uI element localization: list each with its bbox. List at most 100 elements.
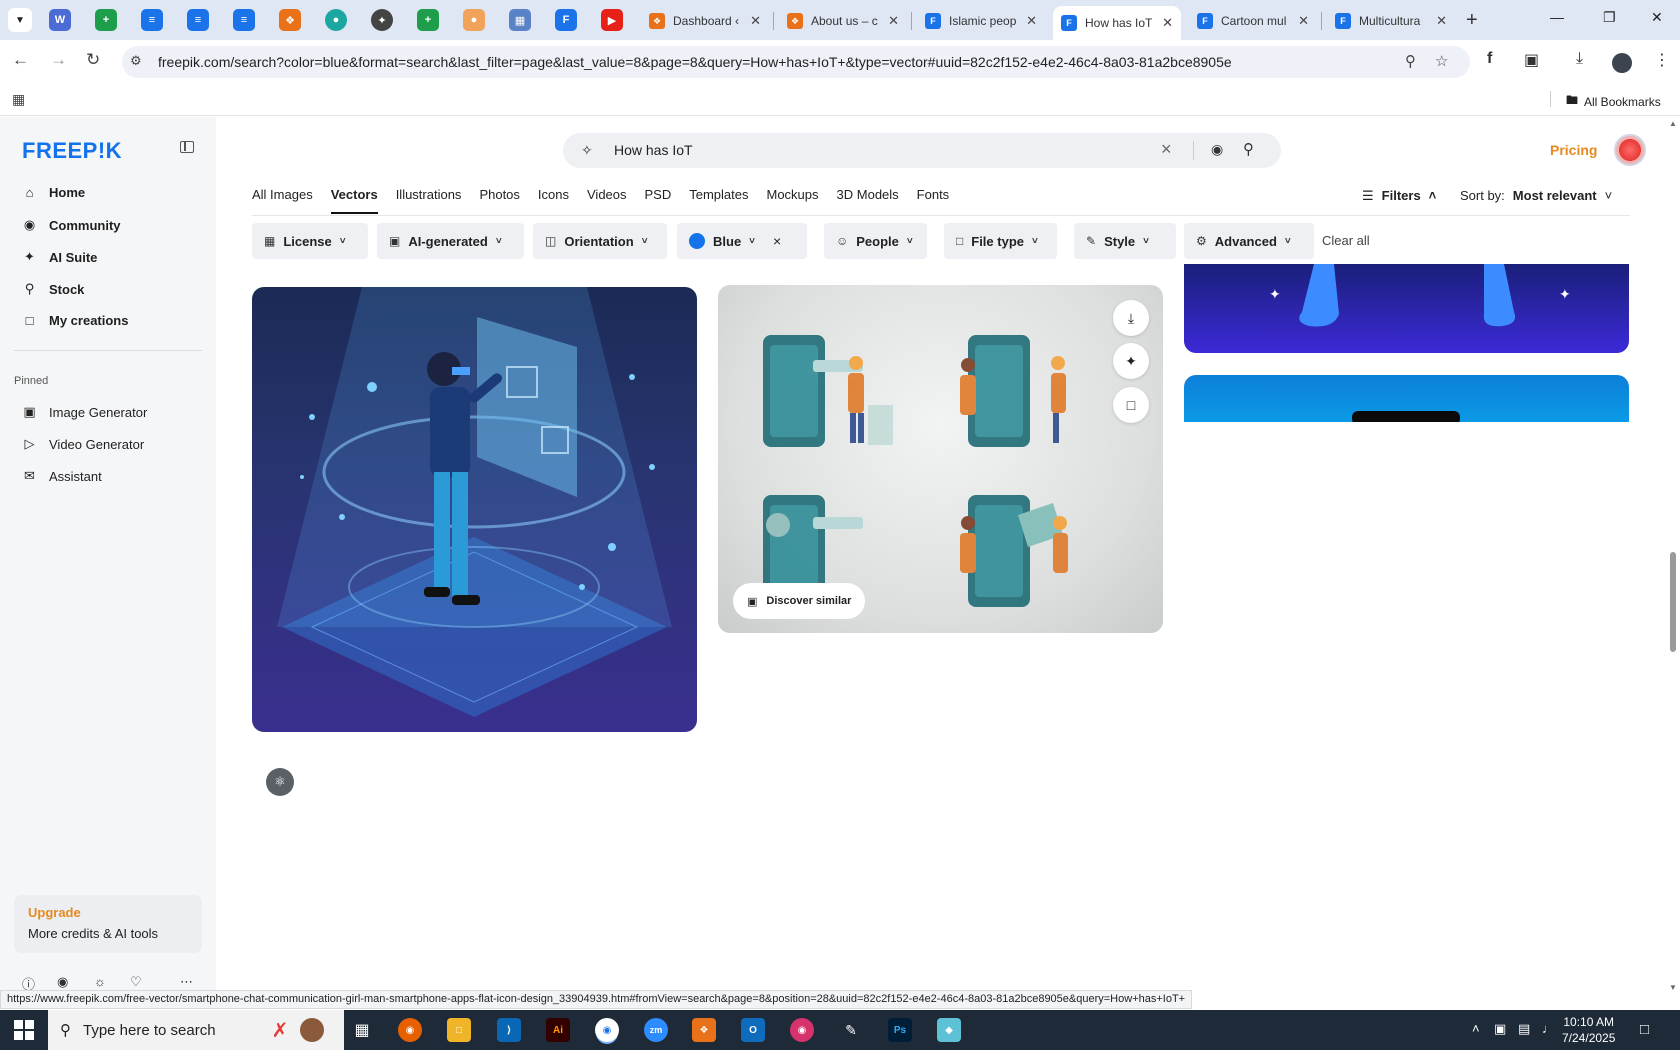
scroll-up-icon[interactable]: ▲ (1669, 119, 1677, 128)
all-bookmarks-button[interactable]: 🖿 All Bookmarks (1566, 91, 1661, 112)
tab-multicultural[interactable]: F Multicultura ✕ (1327, 6, 1455, 36)
forward-icon[interactable]: → (50, 50, 67, 70)
site-info-icon[interactable]: ⚙ (130, 53, 142, 69)
people-filter-chip[interactable]: ☺ People ˅ (824, 223, 927, 259)
orientation-filter-chip[interactable]: ◫ Orientation ˅ (533, 223, 667, 259)
pinned-tab-docs-2[interactable]: ≡ (187, 9, 209, 31)
pinned-tab-sheets-2[interactable]: + (417, 9, 439, 31)
extensions-puzzle-icon[interactable]: ▣ (1524, 50, 1539, 70)
scroll-down-icon[interactable]: ▼ (1669, 983, 1677, 992)
ai-generated-filter-chip[interactable]: ▣ AI-generated ˅ (377, 223, 524, 259)
tab-search-button[interactable]: ▼ (8, 8, 32, 32)
pinned-tab-xampp[interactable]: ❖ (279, 9, 301, 31)
freepik-logo[interactable]: FREEP!K (22, 138, 122, 164)
close-icon[interactable]: ✕ (1026, 13, 1037, 29)
tab-videos[interactable]: Videos (587, 187, 627, 214)
volume-icon[interactable]: ♩ (1542, 1021, 1555, 1036)
tab-vectors[interactable]: Vectors (330, 187, 378, 214)
sidebar-item-ai-suite[interactable]: ✦ AI Suite (22, 249, 97, 265)
notifications-bell-icon[interactable]: ♡ (130, 974, 142, 990)
xampp-icon[interactable]: ❖ (692, 1018, 716, 1042)
file-explorer-icon[interactable]: □ (447, 1018, 471, 1042)
tray-app-icon[interactable]: ▣ (1494, 1021, 1506, 1037)
chrome-icon[interactable]: ◉ (595, 1018, 619, 1042)
clear-search-icon[interactable]: × (1161, 139, 1172, 160)
style-filter-chip[interactable]: ✎ Style ˅ (1074, 223, 1176, 259)
pinned-tab-teal[interactable]: ● (325, 9, 347, 31)
page-scrollbar[interactable]: ▲ ▼ (1666, 117, 1680, 997)
filters-toggle-button[interactable]: ☰ Filters ˄ (1362, 188, 1436, 204)
sidebar-item-my-creations[interactable]: □ My creations (22, 313, 129, 328)
download-icon[interactable]: ⤓ (1113, 300, 1149, 336)
tab-illustrations[interactable]: Illustrations (396, 187, 462, 214)
theme-sun-icon[interactable]: ☼ (94, 974, 106, 989)
tab-islamic-people[interactable]: F Islamic peop ✕ (917, 6, 1045, 36)
tab-mockups[interactable]: Mockups (767, 187, 819, 214)
sidebar-item-home[interactable]: ⌂ Home (22, 185, 86, 200)
bookmark-star-icon[interactable]: ☆ (1435, 52, 1448, 70)
extension-font-icon[interactable]: f (1487, 50, 1492, 68)
taskbar-pinned-figure-icon[interactable]: ✗ (268, 1018, 292, 1042)
ai-edit-sparkle-icon[interactable]: ✦ (1113, 343, 1149, 379)
search-bar[interactable]: ✧ How has IoT × ◉ ⚲ (563, 133, 1281, 168)
tab-about-us[interactable]: ❖ About us – c ✕ (779, 6, 907, 36)
clear-all-filters-link[interactable]: Clear all (1322, 233, 1370, 248)
download-icon[interactable]: ⤓ (1576, 50, 1583, 68)
show-hidden-icons-icon[interactable]: ˄ (1472, 1021, 1480, 1036)
upgrade-card[interactable]: Upgrade More credits & AI tools (14, 895, 202, 953)
user-avatar[interactable] (1614, 134, 1646, 166)
pinned-tab-chatgpt[interactable]: ✦ (371, 9, 393, 31)
gem-app-icon[interactable]: ◆ (937, 1018, 961, 1042)
result-card-smartphone-apps[interactable] (718, 285, 1163, 633)
sidebar-item-community[interactable]: ◉ Community (22, 217, 121, 233)
sidebar-collapse-icon[interactable] (180, 141, 194, 153)
close-icon[interactable]: ✕ (888, 13, 899, 29)
address-url-text[interactable]: freepik.com/search?color=blue&format=sea… (158, 54, 1232, 70)
ai-search-icon[interactable]: ✧ (581, 142, 593, 159)
profile-avatar[interactable] (1612, 53, 1632, 73)
scrollbar-thumb[interactable] (1670, 552, 1676, 652)
sidebar-item-stock[interactable]: ⚲ Stock (22, 281, 85, 297)
zoom-icon[interactable]: ⚲ (1405, 52, 1416, 70)
tab-fonts[interactable]: Fonts (917, 187, 950, 214)
result-card-vr-hologram[interactable] (252, 287, 697, 732)
save-to-folder-icon[interactable]: □ (1113, 387, 1149, 423)
new-tab-button[interactable]: + (1466, 9, 1478, 32)
sort-dropdown[interactable]: Sort by: Most relevant ˅ (1460, 188, 1612, 203)
system-clock[interactable]: 10:10 AM 7/24/2025 (1562, 1014, 1615, 1046)
tab-icons[interactable]: Icons (538, 187, 569, 214)
window-close-icon[interactable]: ✕ (1651, 9, 1663, 26)
reload-icon[interactable]: ↻ (86, 50, 100, 70)
pinned-tab-wordpress[interactable]: W (49, 9, 71, 31)
zoom-app-icon[interactable]: zm (644, 1018, 668, 1042)
outlook-icon[interactable]: O (741, 1018, 765, 1042)
color-filter-chip[interactable]: Blue ˅ × (677, 223, 807, 259)
camera-icon[interactable]: ◉ (1211, 141, 1223, 158)
close-icon[interactable]: ✕ (750, 13, 761, 29)
discover-similar-button[interactable]: ▣ Discover similar (733, 583, 866, 619)
close-icon[interactable]: ✕ (1298, 13, 1309, 29)
restore-icon[interactable]: ❐ (1603, 9, 1616, 26)
network-icon[interactable]: ▤ (1518, 1021, 1530, 1037)
more-options-icon[interactable]: ⋯ (180, 974, 193, 990)
pinned-tab-orange[interactable]: ● (463, 9, 485, 31)
file-type-filter-chip[interactable]: □ File type ˅ (944, 223, 1057, 259)
close-icon[interactable]: ✕ (1436, 13, 1447, 29)
pinned-tab-docs-3[interactable]: ≡ (233, 9, 255, 31)
advanced-filter-chip[interactable]: ⚙ Advanced ˅ (1184, 223, 1314, 259)
search-icon[interactable]: ⚲ (1243, 140, 1254, 158)
minimize-icon[interactable]: — (1550, 9, 1564, 25)
pricing-link[interactable]: Pricing (1550, 142, 1597, 158)
result-card-blue-device[interactable] (1184, 375, 1629, 422)
sidebar-item-video-generator[interactable]: ▷ Video Generator (22, 436, 145, 452)
tab-how-has-iot[interactable]: F How has IoT ✕ (1053, 6, 1181, 40)
tab-cartoon[interactable]: F Cartoon mul ✕ (1189, 6, 1317, 36)
firefox-icon[interactable]: ◉ (398, 1018, 422, 1042)
tab-photos[interactable]: Photos (479, 187, 519, 214)
apps-grid-icon[interactable]: ▦ (12, 91, 25, 108)
task-view-icon[interactable]: ▦ (350, 1018, 374, 1042)
photoshop-icon[interactable]: Ps (888, 1018, 912, 1042)
pinned-tab-grid[interactable]: ▦ (509, 9, 531, 31)
tab-3d-models[interactable]: 3D Models (837, 187, 899, 214)
pinned-tab-sheets[interactable]: + (95, 9, 117, 31)
